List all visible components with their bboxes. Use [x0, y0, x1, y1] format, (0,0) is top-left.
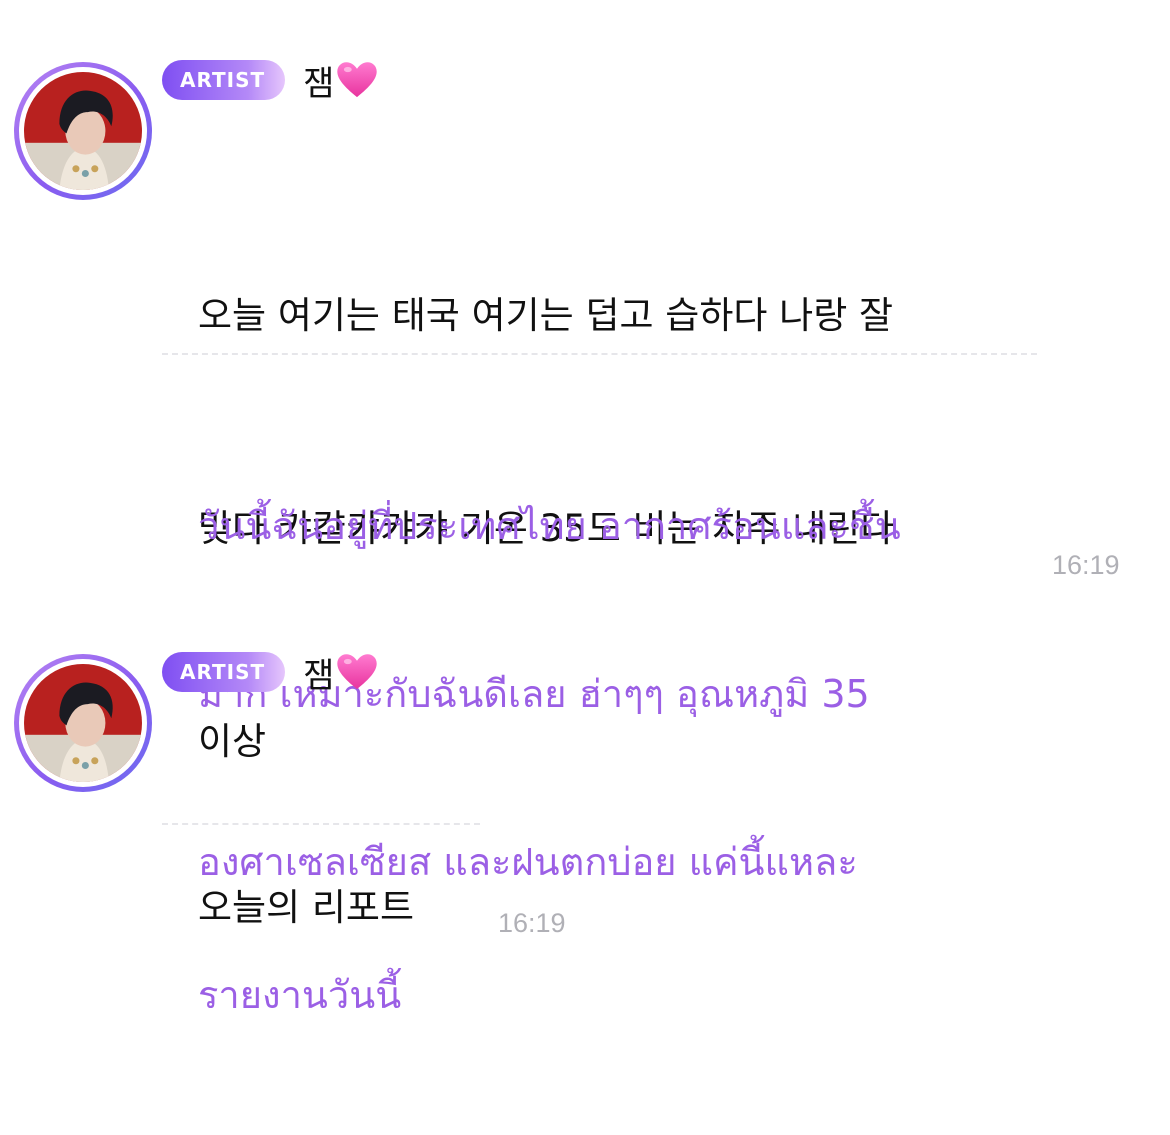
avatar[interactable] — [14, 654, 152, 792]
original-line: 오늘 여기는 태국 여기는 덥고 습하다 나랑 잘 — [198, 294, 894, 337]
author-name: 잼 — [303, 655, 335, 696]
author-row: ARTIST 잼 — [162, 56, 378, 105]
author-name-wrap: 잼 — [303, 648, 378, 697]
author-name-wrap: 잼 — [303, 56, 378, 105]
pink-heart-icon — [336, 652, 378, 692]
translation-line: วันนี้ฉันอยู่ที่ประเทศไทย อากาศร้อนและชื… — [198, 504, 901, 548]
translation-divider — [162, 353, 1037, 355]
message-timestamp: 16:19 — [1052, 550, 1120, 580]
translation-divider — [162, 823, 480, 825]
pink-heart-icon — [336, 60, 378, 100]
avatar-photo — [24, 664, 142, 782]
message-timestamp: 16:19 — [498, 908, 566, 938]
author-row: ARTIST 잼 — [162, 648, 378, 697]
avatar-photo — [24, 72, 142, 190]
author-name: 잼 — [303, 63, 335, 104]
message-translation-text: รายงานวันนี้ — [198, 855, 401, 1135]
translation-line: รายงานวันนี้ — [198, 973, 402, 1017]
avatar[interactable] — [14, 62, 152, 200]
artist-badge: ARTIST — [162, 60, 286, 100]
artist-badge: ARTIST — [162, 652, 286, 692]
